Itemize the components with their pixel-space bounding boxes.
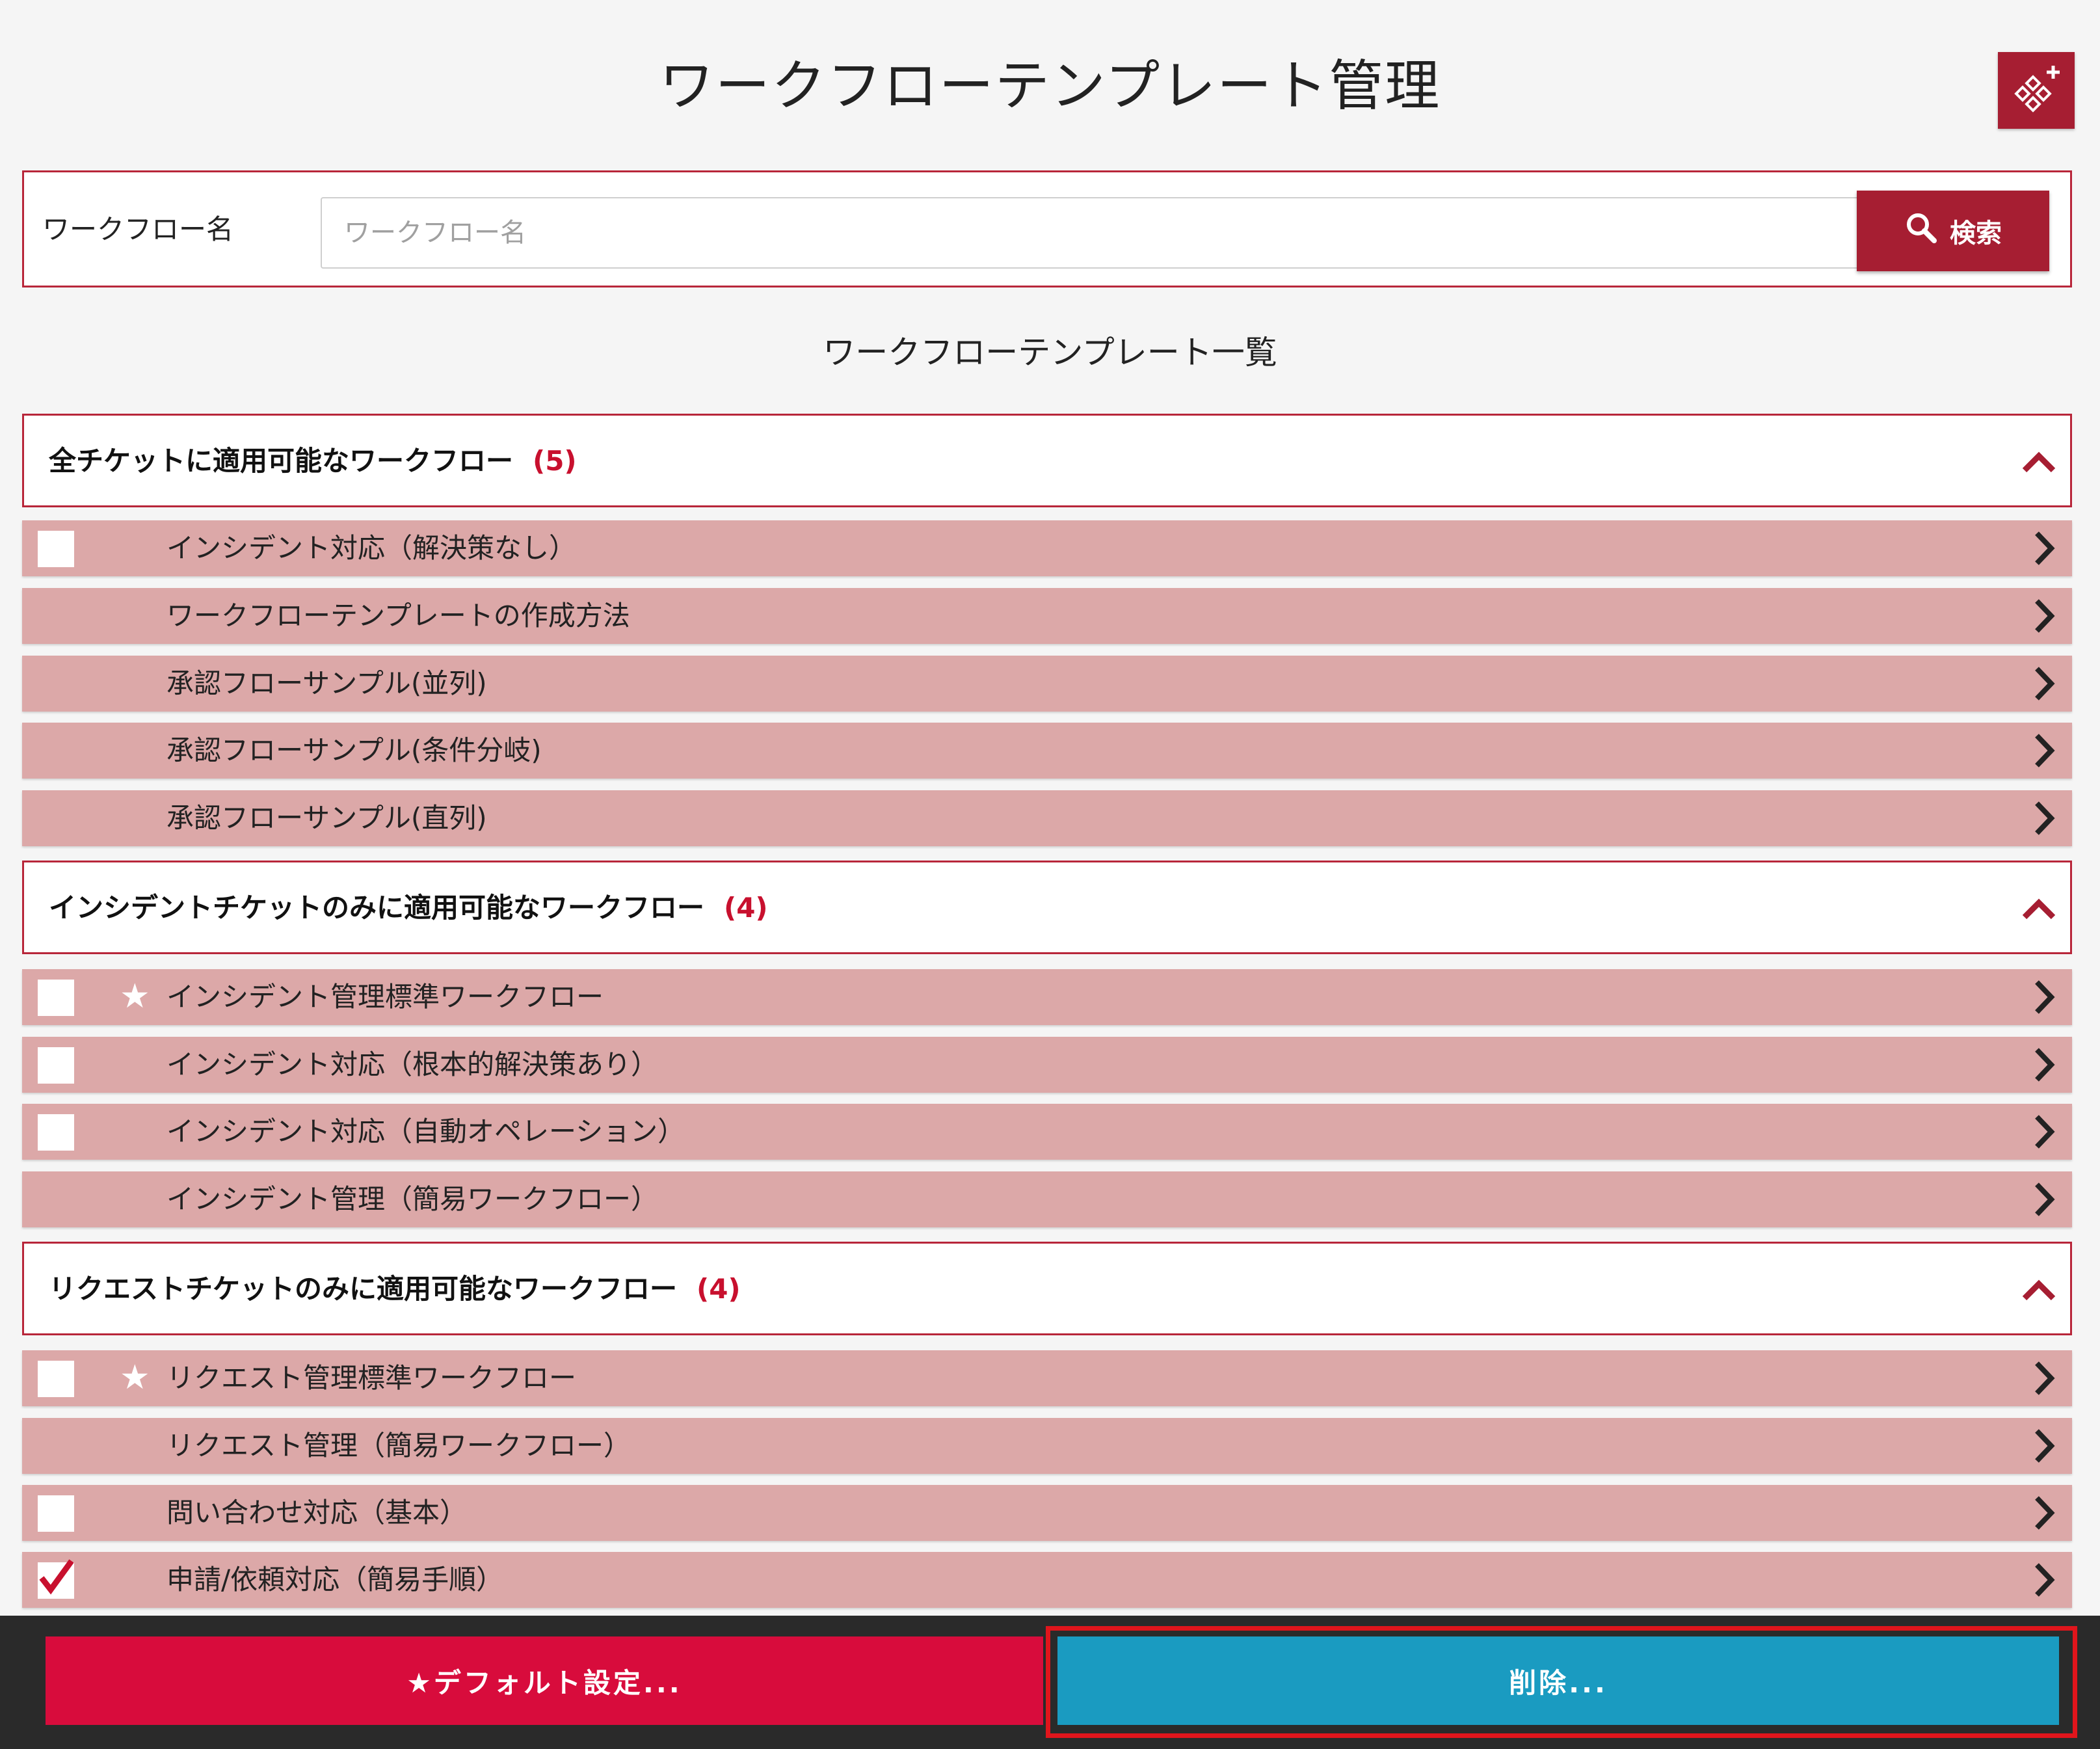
- section-count: (4): [724, 892, 768, 924]
- list-item-label: リクエスト管理（簡易ワークフロー）: [166, 1430, 631, 1462]
- search-button[interactable]: 検索: [1857, 191, 2049, 271]
- row-checkbox[interactable]: [38, 1114, 74, 1151]
- chevron-right-icon[interactable]: [2032, 799, 2058, 840]
- chevron-right-icon[interactable]: [2032, 1494, 2058, 1534]
- list-item-label: インシデント管理（簡易ワークフロー）: [166, 1183, 659, 1215]
- list-item[interactable]: ★ リクエスト管理標準ワークフロー: [22, 1350, 2072, 1406]
- chevron-right-icon[interactable]: [2032, 1046, 2058, 1086]
- list-item-label: リクエスト管理標準ワークフロー: [166, 1362, 577, 1394]
- row-checkbox[interactable]: [38, 531, 74, 567]
- workflow-name-label: ワークフロー名: [42, 213, 234, 245]
- row-checkbox-checked[interactable]: [38, 1559, 74, 1599]
- section-title: リクエストチケットのみに適用可能なワークフロー (4): [49, 1273, 741, 1305]
- section-count: (4): [697, 1273, 741, 1305]
- chevron-right-icon[interactable]: [2032, 597, 2058, 637]
- list-item[interactable]: インシデント管理（簡易ワークフロー）: [22, 1171, 2072, 1227]
- workflow-name-input[interactable]: [321, 197, 2049, 269]
- list-item-label: インシデント対応（自動オペレーション）: [166, 1115, 685, 1147]
- list-item-label: インシデント対応（根本的解決策あり）: [166, 1048, 659, 1080]
- add-workflow-button[interactable]: [1998, 52, 2075, 129]
- list-item[interactable]: インシデント対応（解決策なし）: [22, 520, 2072, 576]
- chevron-right-icon[interactable]: [2032, 1181, 2058, 1221]
- list-item[interactable]: 問い合わせ対応（基本）: [22, 1485, 2072, 1541]
- row-checkbox[interactable]: [38, 1361, 74, 1397]
- chevron-right-icon[interactable]: [2032, 1113, 2058, 1153]
- section-header-all-tickets[interactable]: 全チケットに適用可能なワークフロー (5): [22, 414, 2072, 507]
- list-item[interactable]: 申請/依頼対応（簡易手順）: [22, 1552, 2072, 1608]
- chevron-right-icon[interactable]: [2032, 978, 2058, 1019]
- search-icon: [1904, 211, 1938, 251]
- list-item[interactable]: インシデント対応（根本的解決策あり）: [22, 1037, 2072, 1093]
- chevron-right-icon[interactable]: [2032, 529, 2058, 570]
- workflow-add-icon: [2014, 66, 2060, 113]
- list-item[interactable]: ★ インシデント管理標準ワークフロー: [22, 969, 2072, 1025]
- default-star-icon: ★: [120, 977, 150, 1016]
- default-star-icon: ★: [120, 1358, 150, 1397]
- section-header-request[interactable]: リクエストチケットのみに適用可能なワークフロー (4): [22, 1242, 2072, 1335]
- chevron-right-icon[interactable]: [2032, 1427, 2058, 1467]
- set-default-button[interactable]: ★デフォルト設定...: [46, 1636, 1043, 1725]
- list-item-label: 問い合わせ対応（基本）: [166, 1497, 468, 1529]
- highlight-frame: [1046, 1626, 2077, 1738]
- list-item-label: 承認フローサンプル(並列): [166, 667, 487, 699]
- chevron-right-icon[interactable]: [2032, 1561, 2058, 1601]
- list-item-label: インシデント管理標準ワークフロー: [166, 981, 604, 1013]
- chevron-right-icon[interactable]: [2032, 1359, 2058, 1400]
- section-title: インシデントチケットのみに適用可能なワークフロー (4): [49, 892, 768, 924]
- list-item[interactable]: 承認フローサンプル(並列): [22, 656, 2072, 712]
- chevron-right-icon[interactable]: [2032, 665, 2058, 705]
- list-item-label: ワークフローテンプレートの作成方法: [166, 600, 630, 632]
- list-item[interactable]: 承認フローサンプル(直列): [22, 790, 2072, 846]
- page-title: ワークフローテンプレート管理: [659, 54, 1441, 118]
- chevron-up-icon[interactable]: [2021, 444, 2057, 483]
- search-panel: ワークフロー名 検索: [22, 170, 2072, 287]
- list-item-label: 承認フローサンプル(条件分岐): [166, 734, 542, 766]
- list-item[interactable]: インシデント対応（自動オペレーション）: [22, 1104, 2072, 1160]
- section-title: 全チケットに適用可能なワークフロー (5): [49, 445, 577, 477]
- list-item[interactable]: ワークフローテンプレートの作成方法: [22, 588, 2072, 644]
- search-button-label: 検索: [1950, 219, 2002, 248]
- row-checkbox[interactable]: [38, 1047, 74, 1084]
- list-item-label: 申請/依頼対応（簡易手順）: [166, 1564, 504, 1595]
- list-item-label: 承認フローサンプル(直列): [166, 802, 487, 834]
- row-checkbox[interactable]: [38, 980, 74, 1016]
- list-item-label: インシデント対応（解決策なし）: [166, 532, 577, 564]
- chevron-up-icon[interactable]: [2021, 891, 2057, 930]
- section-count: (5): [533, 445, 577, 477]
- list-title: ワークフローテンプレート一覧: [823, 334, 1277, 371]
- row-checkbox[interactable]: [38, 1495, 74, 1532]
- list-item[interactable]: 承認フローサンプル(条件分岐): [22, 723, 2072, 779]
- checkmark-icon: [39, 1559, 74, 1595]
- list-item[interactable]: リクエスト管理（簡易ワークフロー）: [22, 1418, 2072, 1474]
- chevron-up-icon[interactable]: [2021, 1272, 2057, 1311]
- chevron-right-icon[interactable]: [2032, 732, 2058, 772]
- section-header-incident[interactable]: インシデントチケットのみに適用可能なワークフロー (4): [22, 861, 2072, 954]
